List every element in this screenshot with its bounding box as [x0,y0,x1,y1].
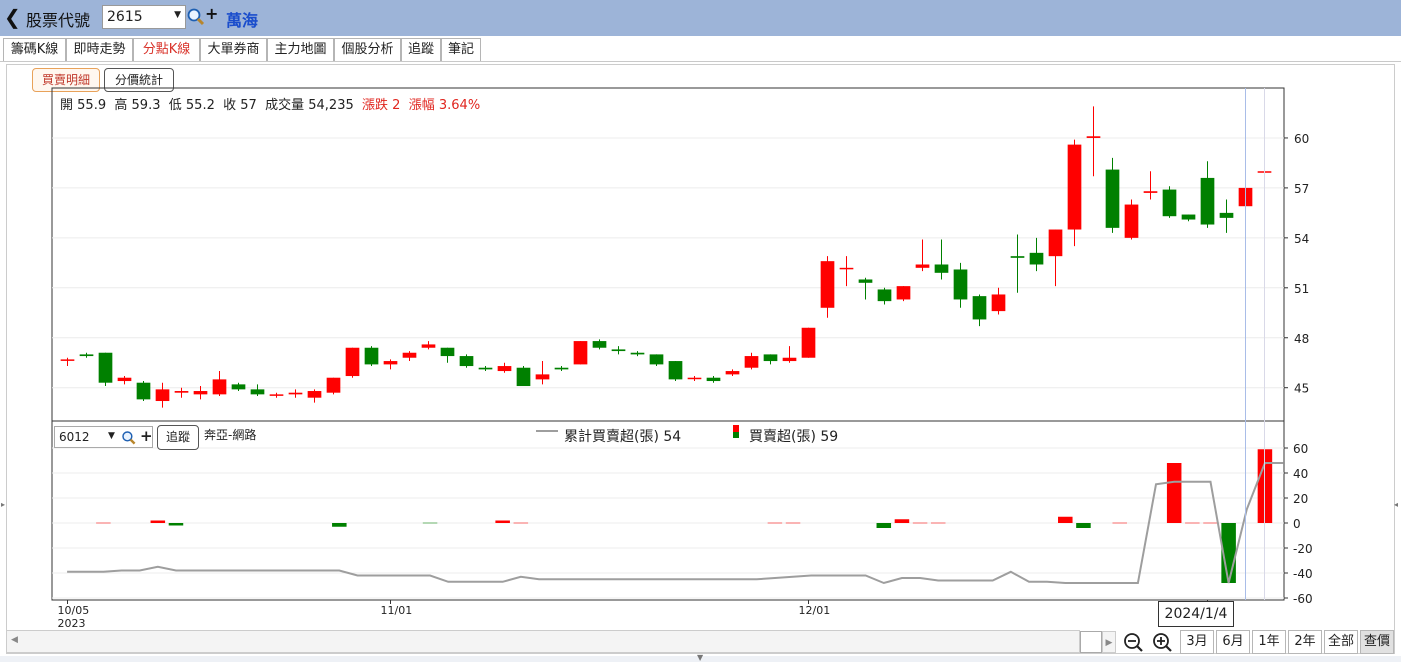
open-label: 開 [60,98,74,113]
broker-code-input[interactable]: 6012 ▼ + [54,426,153,448]
tab-track[interactable]: 追蹤 [401,38,441,62]
tab-big-broker[interactable]: 大單券商 [200,38,267,62]
tab-main-map[interactable]: 主力地圖 [267,38,334,62]
tab-chip-kline[interactable]: 籌碼K線 [3,38,66,62]
ohlc-summary: 開 55.9 高 59.3 低 55.2 收 57 成交量 54,235 漲跌 … [60,94,480,113]
add-icon[interactable]: + [205,4,218,23]
cum-legend-label: 累計買賣超(張) 54 [564,429,682,445]
tab-divider [0,61,1401,62]
track-button[interactable]: 追蹤 [157,425,199,450]
open-value: 55.9 [77,98,107,113]
crosshair-date-tooltip: 2024/1/4 [1158,601,1234,627]
close-value: 57 [240,98,257,113]
change-pct-label: 漲幅 [408,98,435,113]
stock-code-value: 2615 [107,9,143,25]
low-label: 低 [168,98,182,113]
stock-code-label: 股票代號 [26,11,91,30]
chevron-down-icon[interactable]: ▼ [108,431,115,441]
scroll-thumb[interactable] [1080,631,1102,653]
broker-name: 奔亞-網路 [204,428,257,442]
tab-notes[interactable]: 筆記 [441,38,481,62]
range-2y-button[interactable]: 2年 [1288,630,1322,654]
zoom-in-icon[interactable] [1149,631,1175,653]
high-label: 高 [114,98,128,113]
change-pct-value: 3.64% [438,98,481,113]
left-edge-arrow-icon[interactable]: ▸ [1,500,5,509]
trade-detail-button[interactable]: 買賣明細 [32,68,100,92]
back-icon[interactable]: ❮ [4,6,21,28]
range-3m-button[interactable]: 3月 [1180,630,1214,654]
change-label: 漲跌 [362,98,389,113]
zoom-out-icon[interactable] [1120,631,1146,653]
net-legend-bar-icon [733,425,739,438]
chart-frame [6,64,1395,654]
scroll-right-icon[interactable]: ▶ [1102,631,1116,653]
query-price-button[interactable]: 查價 [1360,630,1394,654]
top-bar: ❮ 股票代號 2615 ▼ + 萬海 [0,0,1401,36]
range-1y-button[interactable]: 1年 [1252,630,1286,654]
price-stats-button[interactable]: 分價統計 [104,68,174,92]
volume-value: 54,235 [308,98,354,113]
tab-broker-kline[interactable]: 分點K線 [133,38,200,62]
add-icon[interactable]: + [140,427,153,445]
range-all-button[interactable]: 全部 [1324,630,1358,654]
tab-stock-analysis[interactable]: 個股分析 [334,38,401,62]
cum-legend-line-icon [536,430,558,432]
volume-label: 成交量 [265,98,305,113]
search-icon[interactable] [121,430,137,446]
high-value: 59.3 [131,98,161,113]
stock-code-input[interactable]: 2615 ▼ [102,5,186,29]
right-edge-arrow-icon[interactable]: ◂ [1394,500,1398,509]
scroll-left-icon[interactable]: ◀ [11,635,18,645]
low-value: 55.2 [185,98,215,113]
broker-code-value: 6012 [59,430,90,444]
change-value: 2 [392,98,401,113]
close-label: 收 [223,98,237,113]
expand-down-icon[interactable]: ▼ [697,653,703,662]
tab-realtime[interactable]: 即時走勢 [66,38,133,62]
chevron-down-icon[interactable]: ▼ [174,10,181,20]
net-legend-label: 買賣超(張) 59 [749,429,839,445]
horizontal-scrollbar[interactable]: ◀ [6,630,1080,653]
search-icon[interactable] [186,7,206,27]
range-6m-button[interactable]: 6月 [1216,630,1250,654]
stock-name: 萬海 [226,11,259,30]
